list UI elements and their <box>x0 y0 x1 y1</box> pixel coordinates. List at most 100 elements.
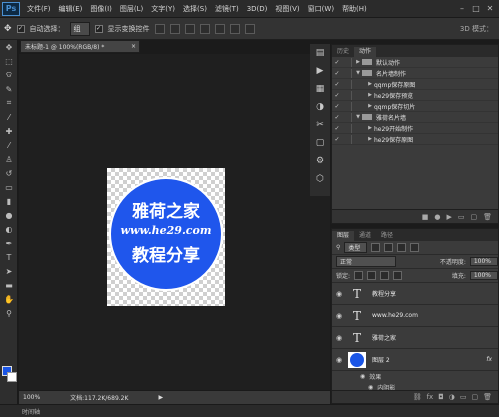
tab-history[interactable]: 历史 <box>332 47 354 57</box>
actions-panel-icon[interactable]: ▶ <box>310 62 330 80</box>
history-brush-icon[interactable]: ↺ <box>0 166 18 180</box>
3d-panel-icon[interactable]: ⬡ <box>310 170 330 188</box>
check-icon[interactable]: ✓ <box>332 59 342 66</box>
maximize-icon[interactable]: □ <box>471 4 481 14</box>
action-item[interactable]: ✓ ▶ he29开始制作 <box>332 123 498 134</box>
new-set-icon[interactable]: ▭ <box>458 213 465 221</box>
lock-position-icon[interactable] <box>380 271 390 280</box>
stamp-tool-icon[interactable]: ♙ <box>0 152 18 166</box>
move-tool-icon[interactable]: ✥ <box>4 24 12 34</box>
menu-select[interactable]: 选择(S) <box>179 4 211 14</box>
move-tool-icon[interactable]: ✥ <box>0 40 18 54</box>
healing-tool-icon[interactable]: ✚ <box>0 124 18 138</box>
menu-edit[interactable]: 编辑(E) <box>55 4 87 14</box>
lock-transparent-icon[interactable] <box>354 271 364 280</box>
type-filter-icon[interactable] <box>397 243 407 252</box>
tools-preset-icon[interactable]: ✂ <box>310 116 330 134</box>
zoom-tool-icon[interactable]: ⚲ <box>0 306 18 320</box>
brush-panel-icon[interactable]: ▢ <box>310 134 330 152</box>
action-item[interactable]: ✓ ▶ qqmp保存原图 <box>332 79 498 90</box>
menu-file[interactable]: 文件(F) <box>23 4 55 14</box>
new-layer-icon[interactable]: ▢ <box>471 393 478 401</box>
distribute-icon[interactable] <box>244 23 255 34</box>
record-icon[interactable]: ● <box>434 213 440 221</box>
lasso-tool-icon[interactable]: ଡ <box>0 68 18 82</box>
eraser-tool-icon[interactable]: ▭ <box>0 180 18 194</box>
layer-row[interactable]: ◉ T 教程分享 <box>332 283 498 305</box>
check-icon[interactable]: ✓ <box>332 136 342 143</box>
show-transform-checkbox[interactable]: ✓ <box>94 24 103 33</box>
fx-icon[interactable]: fx <box>486 356 492 363</box>
group-icon[interactable]: ▭ <box>460 393 467 401</box>
align-left-icon[interactable] <box>199 23 210 34</box>
gradient-tool-icon[interactable]: ▮ <box>0 194 18 208</box>
menu-filter[interactable]: 滤镜(T) <box>211 4 243 14</box>
tab-paths[interactable]: 路径 <box>376 231 398 241</box>
pixel-filter-icon[interactable] <box>371 243 381 252</box>
eye-icon[interactable]: ◉ <box>332 356 346 364</box>
hand-tool-icon[interactable]: ✋ <box>0 292 18 306</box>
align-center-icon[interactable] <box>214 23 225 34</box>
align-top-icon[interactable] <box>154 23 165 34</box>
align-middle-icon[interactable] <box>169 23 180 34</box>
quick-select-tool-icon[interactable]: ✎ <box>0 82 18 96</box>
play-icon[interactable]: ▶ <box>446 213 451 221</box>
effects-row[interactable]: ◉ 效果 <box>332 371 498 382</box>
adjustments-panel-icon[interactable]: ◑ <box>310 98 330 116</box>
collapse-arrow-icon[interactable]: ▼ <box>354 114 362 120</box>
opacity-field[interactable]: 100% <box>469 257 498 266</box>
close-tab-icon[interactable]: × <box>131 43 136 50</box>
action-item[interactable]: ✓ ▶ qqmp保存切片 <box>332 101 498 112</box>
trash-icon[interactable]: 🗑 <box>483 393 492 401</box>
eye-icon[interactable]: ◉ <box>332 290 346 298</box>
fx-menu-icon[interactable]: fx <box>427 393 434 401</box>
eye-icon[interactable]: ◉ <box>360 373 365 380</box>
check-icon[interactable]: ✓ <box>332 103 342 110</box>
align-right-icon[interactable] <box>229 23 240 34</box>
status-arrow-icon[interactable]: ▶ <box>158 394 163 401</box>
path-select-tool-icon[interactable]: ➤ <box>0 264 18 278</box>
timeline-label[interactable]: 时间轴 <box>22 407 40 416</box>
marquee-tool-icon[interactable]: ⬚ <box>0 54 18 68</box>
check-icon[interactable]: ✓ <box>332 114 342 121</box>
menu-window[interactable]: 窗口(W) <box>304 4 338 14</box>
menu-layer[interactable]: 图层(L) <box>116 4 147 14</box>
expand-arrow-icon[interactable]: ▶ <box>366 136 374 142</box>
expand-arrow-icon[interactable]: ▶ <box>354 59 362 65</box>
menu-image[interactable]: 图像(I) <box>86 4 116 14</box>
adjustment-filter-icon[interactable] <box>384 243 394 252</box>
mask-icon[interactable]: ◘ <box>438 393 444 401</box>
expand-arrow-icon[interactable]: ▶ <box>366 81 374 87</box>
fill-field[interactable]: 100% <box>469 271 498 280</box>
stop-icon[interactable]: ■ <box>422 213 429 221</box>
tab-layers[interactable]: 图层 <box>332 231 355 241</box>
auto-select-dropdown[interactable]: 组 <box>69 21 90 36</box>
menu-help[interactable]: 帮助(H) <box>338 4 371 14</box>
link-icon[interactable]: ⛓ <box>413 393 422 401</box>
kind-filter-dropdown[interactable]: 类型 <box>344 242 368 253</box>
layer-row[interactable]: ◉ T 雅荷之家 <box>332 327 498 349</box>
shape-filter-icon[interactable] <box>410 243 420 252</box>
document-tab[interactable]: 未标题-1 @ 100%(RGB/8) * × <box>20 40 140 53</box>
canvas-area[interactable]: 雅荷之家 www.he29.com 教程分享 <box>19 54 330 390</box>
auto-select-checkbox[interactable]: ✓ <box>16 24 25 33</box>
action-item[interactable]: ✓ ▶ he29保存预览 <box>332 90 498 101</box>
check-icon[interactable]: ✓ <box>332 92 342 99</box>
close-icon[interactable]: ✕ <box>485 4 495 14</box>
history-panel-icon[interactable]: ▤ <box>310 44 330 62</box>
menu-view[interactable]: 视图(V) <box>271 4 303 14</box>
pen-tool-icon[interactable]: ✒ <box>0 236 18 250</box>
trash-icon[interactable]: 🗑 <box>483 213 492 221</box>
crop-tool-icon[interactable]: ⌗ <box>0 96 18 110</box>
blend-mode-dropdown[interactable]: 正常 <box>336 256 396 267</box>
eye-icon[interactable]: ◉ <box>332 312 346 320</box>
check-icon[interactable]: ✓ <box>332 70 342 77</box>
background-color-swatch[interactable] <box>7 372 17 382</box>
document-image[interactable]: 雅荷之家 www.he29.com 教程分享 <box>107 168 225 306</box>
dodge-tool-icon[interactable]: ◐ <box>0 222 18 236</box>
align-bottom-icon[interactable] <box>184 23 195 34</box>
zoom-level[interactable]: 100% <box>23 394 40 401</box>
minimize-icon[interactable]: – <box>457 4 467 14</box>
blur-tool-icon[interactable]: ● <box>0 208 18 222</box>
lock-pixels-icon[interactable] <box>367 271 377 280</box>
